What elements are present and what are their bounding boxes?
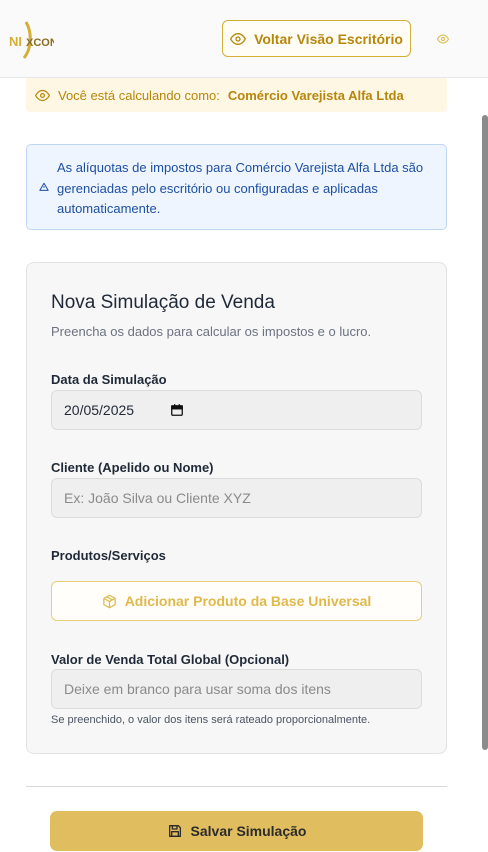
sale-simulation-form: Nova Simulação de Venda Preencha os dado… (26, 262, 447, 754)
footer-divider (26, 786, 447, 787)
total-value-input[interactable]: Deixe em branco para usar soma dos itens (51, 669, 422, 709)
nixcon-logo: NI XCON (9, 21, 54, 59)
warning-icon (39, 182, 49, 191)
products-label: Produtos/Serviços (51, 548, 166, 563)
back-button-label: Voltar Visão Escritório (254, 30, 403, 47)
eye-icon (230, 32, 247, 45)
company-name: Comércio Varejista Alfa Ltda (227, 87, 404, 103)
save-label: Salvar Simulação (190, 823, 307, 839)
back-to-office-button[interactable]: Voltar Visão Escritório (222, 20, 411, 57)
tax-info-alert: As alíquotas de impostos para Comércio V… (26, 144, 447, 230)
add-product-button[interactable]: Adicionar Produto da Base Universal (51, 581, 422, 621)
save-simulation-button[interactable]: Salvar Simulação (50, 811, 423, 851)
package-icon (102, 594, 116, 608)
eye-icon[interactable] (437, 33, 449, 45)
date-value: 20/05/2025 (64, 402, 135, 418)
total-value-hint: Se preenchido, o valor dos itens será ra… (51, 714, 371, 726)
tax-info-text: As alíquotas de impostos para Comércio V… (57, 160, 424, 216)
form-title: Nova Simulação de Venda (51, 292, 275, 313)
eye-icon (35, 89, 50, 101)
app-header: NI XCON Voltar Visão Escritório (0, 0, 488, 78)
client-placeholder: Ex: João Silva ou Cliente XYZ (64, 490, 251, 506)
date-label: Data da Simulação (51, 372, 167, 387)
total-value-placeholder: Deixe em branco para usar soma dos itens (64, 681, 331, 697)
save-icon (168, 825, 181, 837)
client-label: Cliente (Apelido ou Nome) (51, 460, 214, 475)
total-value-label: Valor de Venda Total Global (Opcional) (51, 652, 290, 667)
svg-text:XCON: XCON (26, 37, 54, 49)
date-input[interactable]: 20/05/2025 (51, 390, 422, 430)
form-subtitle: Preencha os dados para calcular os impos… (51, 324, 372, 339)
calendar-icon[interactable] (170, 403, 184, 417)
calculating-as-prefix: Você está calculando como: (58, 87, 220, 103)
client-input[interactable]: Ex: João Silva ou Cliente XYZ (51, 478, 422, 518)
add-product-label: Adicionar Produto da Base Universal (124, 593, 372, 609)
svg-text:NI: NI (9, 34, 22, 49)
calculating-as-banner: Você está calculando como: Comércio Vare… (26, 78, 447, 112)
scrollbar[interactable] (482, 115, 488, 750)
